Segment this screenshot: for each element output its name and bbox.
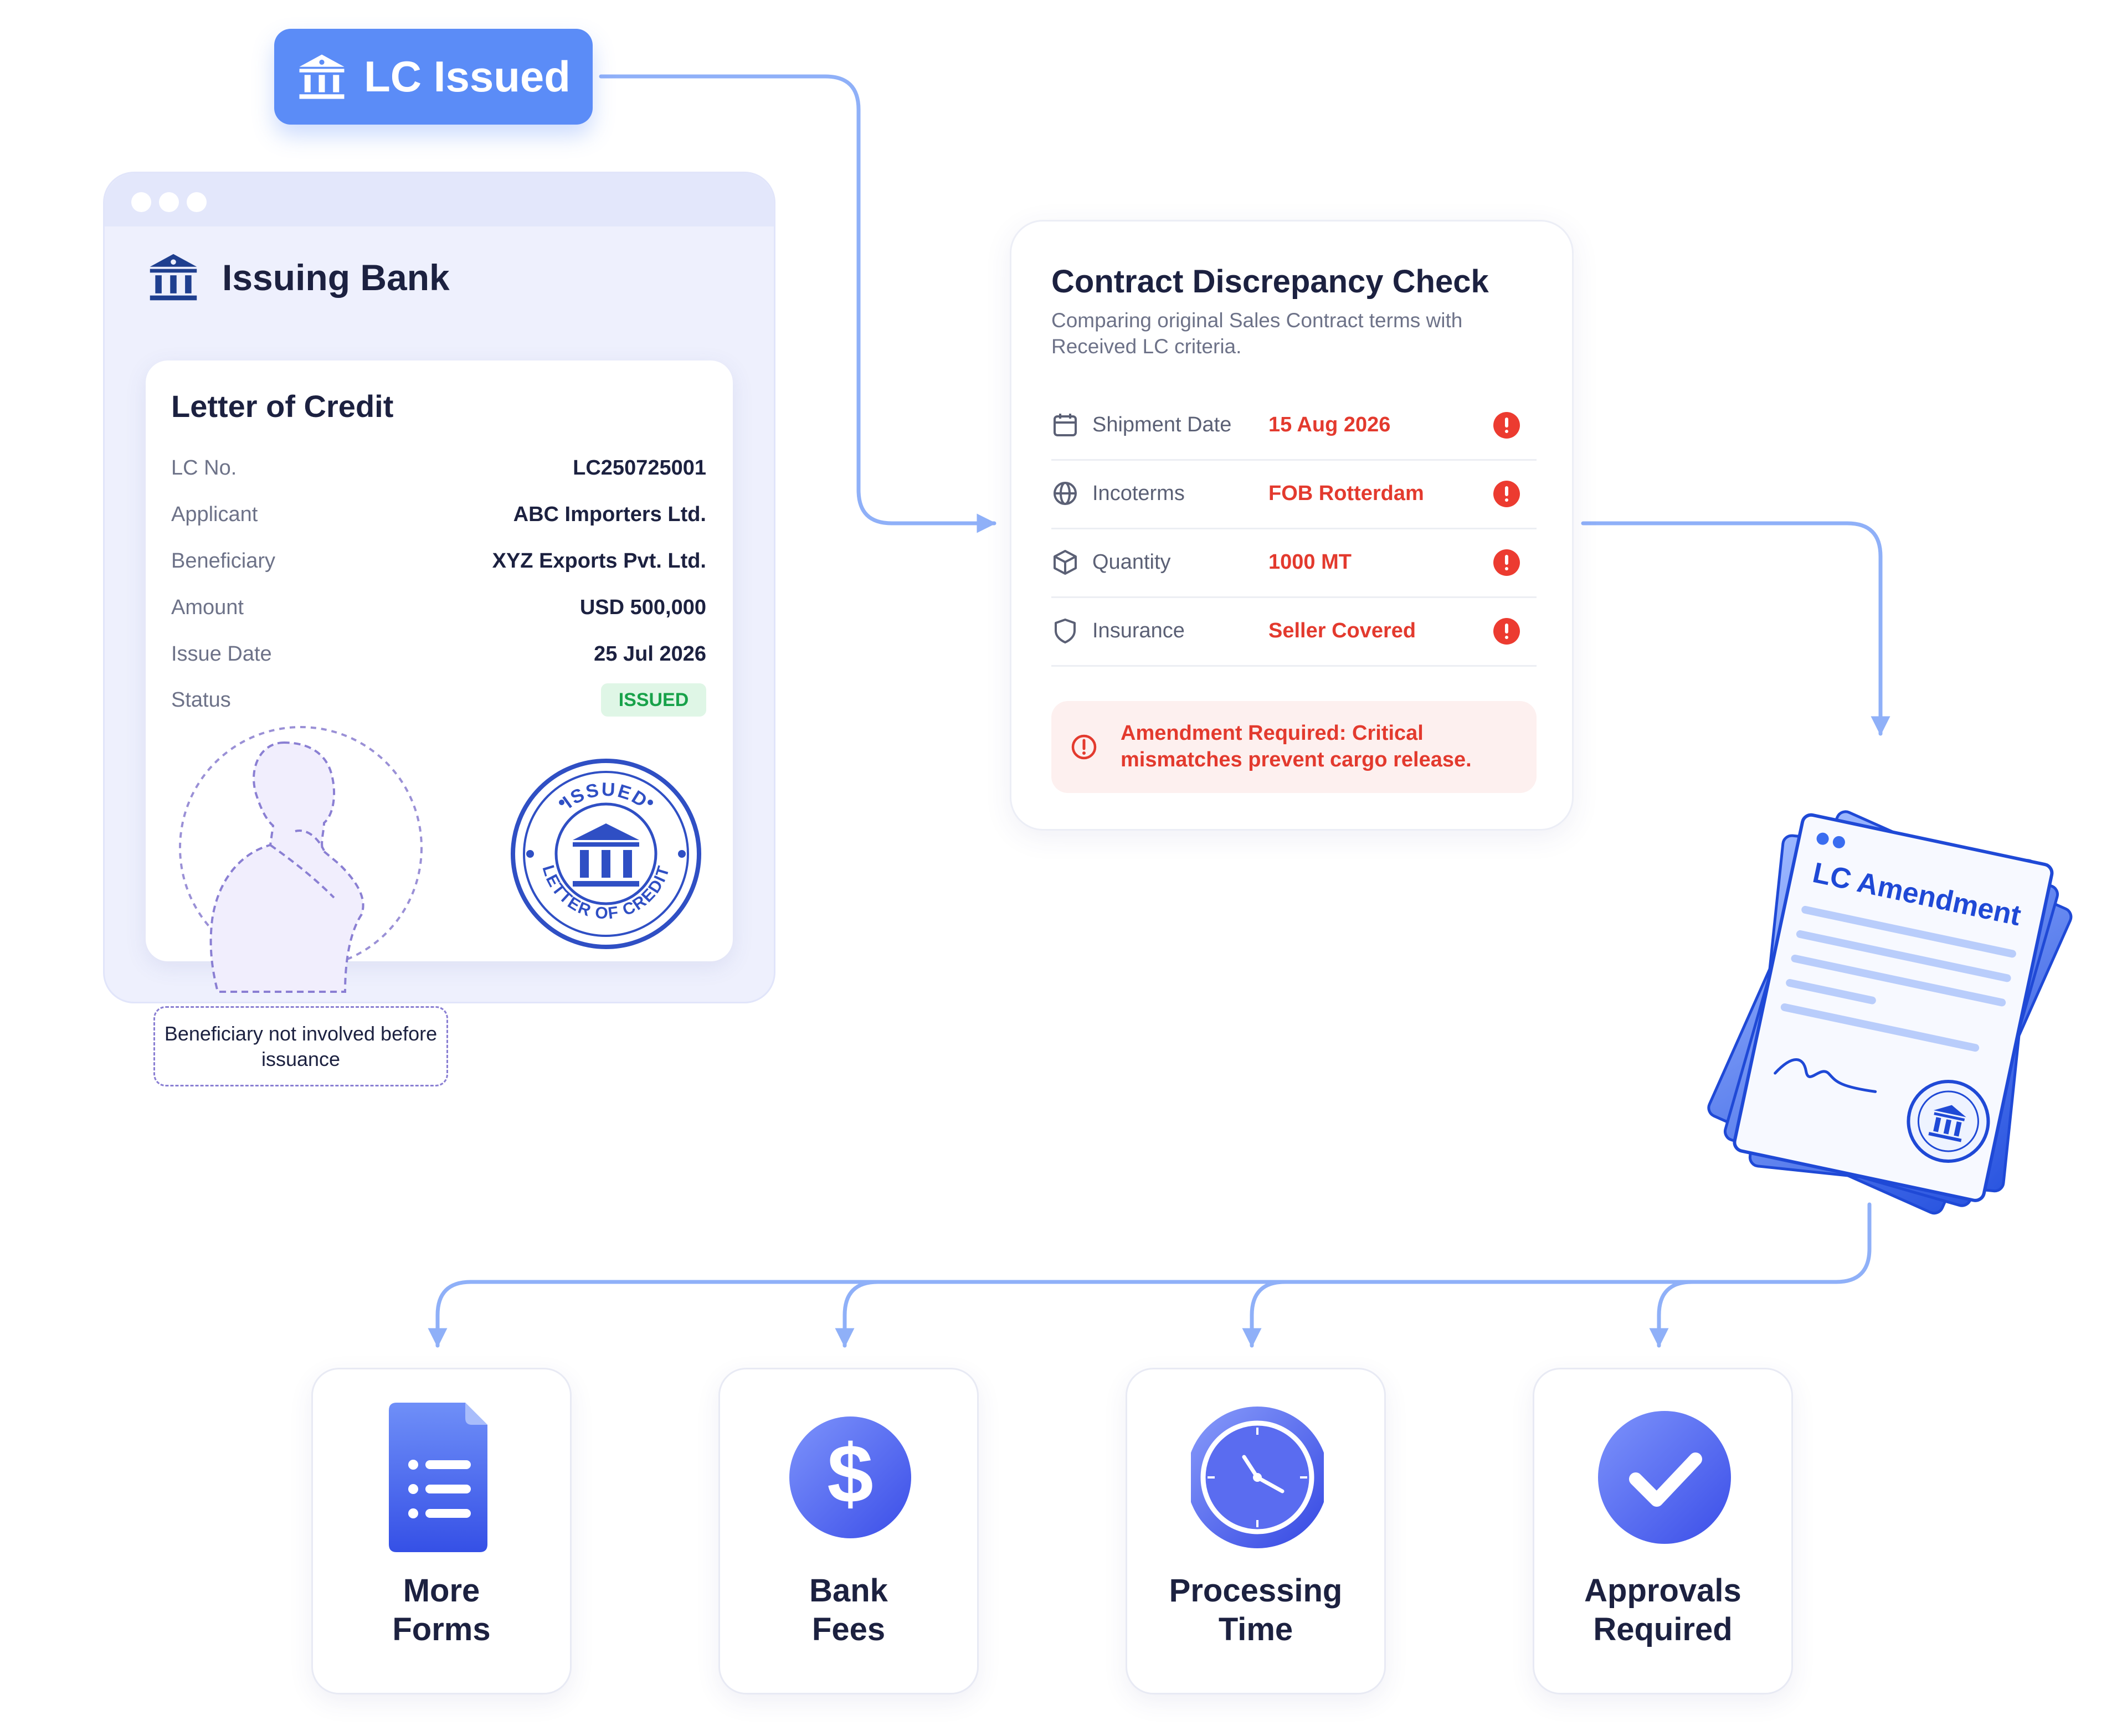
lc-issued-badge: LC Issued (274, 29, 593, 125)
field-value: USD 500,000 (579, 595, 706, 619)
alert-icon (1493, 481, 1520, 507)
impact-label-line: Approvals (1584, 1573, 1741, 1609)
discrepancy-subtitle: Comparing original Sales Contract terms … (1051, 309, 1463, 358)
alert-icon (1493, 549, 1520, 576)
impact-label-line: Fees (811, 1611, 886, 1647)
letter-of-credit-card: Letter of Credit LC No. LC250725001 Appl… (146, 360, 733, 993)
discrepancy-value: 15 Aug 2026 (1268, 413, 1391, 436)
lc-field-row: LC No. LC250725001 (171, 451, 706, 485)
arrow-to-fees (835, 1280, 880, 1348)
discrepancy-label: Incoterms (1092, 482, 1185, 505)
impact-label-line: Processing (1169, 1573, 1343, 1609)
calendar-icon (1054, 414, 1077, 436)
field-value: ABC Importers Ltd. (513, 502, 706, 526)
alert-icon (1493, 618, 1520, 645)
field-value: LC250725001 (573, 456, 706, 480)
beneficiary-note-text: Beneficiary not involved before issuance (164, 1022, 438, 1070)
lc-field-row: Applicant ABC Importers Ltd. (171, 498, 706, 531)
alert-icon (1493, 412, 1520, 439)
discrepancy-row: Incoterms FOB Rotterdam (1051, 461, 1537, 529)
beneficiary-note: Beneficiary not involved before issuance (153, 1006, 448, 1086)
svg-text:$: $ (827, 1427, 873, 1520)
arrow-to-forms (428, 1280, 473, 1348)
arrow-amendment-split (469, 1202, 1872, 1284)
shield-icon (1055, 619, 1076, 643)
arrow-to-time (1242, 1280, 1287, 1348)
issued-stamp: ISSUED LETTER OF CREDIT (511, 759, 701, 949)
lc-card-title: Letter of Credit (171, 389, 394, 424)
lc-amendment-document-stack: LC Amendment (1707, 810, 2073, 1215)
discrepancy-row: Insurance Seller Covered (1051, 598, 1537, 667)
globe-icon (1054, 482, 1077, 505)
impact-label: Bank Fees (731, 1572, 966, 1649)
discrepancy-label: Shipment Date (1092, 413, 1232, 436)
discrepancy-row: Quantity 1000 MT (1051, 529, 1537, 598)
check-icon (1598, 1411, 1731, 1544)
issuing-bank-title: Issuing Bank (222, 257, 450, 298)
field-label: Applicant (171, 502, 258, 526)
discrepancy-label: Quantity (1092, 550, 1171, 574)
lc-field-row: Amount USD 500,000 (171, 591, 706, 624)
arrow-check-to-amendment (1581, 521, 1890, 736)
bank-icon (150, 254, 197, 301)
status-label: Status (171, 688, 231, 712)
clock-icon (1191, 1407, 1324, 1548)
discrepancy-value: FOB Rotterdam (1268, 482, 1424, 505)
discrepancy-label: Insurance (1092, 619, 1185, 642)
field-value: 25 Jul 2026 (594, 642, 706, 666)
window-dot (131, 192, 151, 212)
impact-card-more-forms: More Forms (311, 1368, 572, 1694)
discrepancy-value: Seller Covered (1268, 619, 1416, 642)
impact-card-processing-time: Processing Time (1126, 1368, 1386, 1694)
impact-card-bank-fees: $ Bank Fees (718, 1368, 979, 1694)
warning-icon (1071, 734, 1097, 760)
impact-label-line: Required (1593, 1611, 1733, 1647)
impact-card-approvals-required: Approvals Required (1533, 1368, 1793, 1694)
discrepancy-value: 1000 MT (1268, 550, 1352, 574)
discrepancy-check-card: Contract Discrepancy Check Comparing ori… (1010, 220, 1574, 831)
impact-label: Processing Time (1138, 1572, 1373, 1649)
field-label: Beneficiary (171, 549, 275, 573)
impact-label-line: Time (1218, 1611, 1293, 1647)
issuing-bank-header: Issuing Bank (147, 251, 450, 304)
impact-label-line: More (403, 1573, 480, 1609)
window-dot (159, 192, 179, 212)
field-label: Issue Date (171, 642, 272, 666)
dollar-icon: $ (789, 1416, 911, 1538)
box-icon (1054, 550, 1077, 575)
impact-label: Approvals Required (1545, 1572, 1780, 1649)
status-badge: ISSUED (601, 683, 706, 717)
lc-field-row: Beneficiary XYZ Exports Pvt. Ltd. (171, 544, 706, 578)
field-label: Amount (171, 595, 244, 619)
amendment-alert-text: Amendment Required: Critical mismatches … (1121, 722, 1472, 771)
amendment-alert: Amendment Required: Critical mismatches … (1051, 701, 1537, 793)
forms-icon (389, 1403, 487, 1552)
impact-label-line: Bank (809, 1573, 888, 1609)
window-title-bar (105, 173, 774, 226)
bank-icon (299, 54, 345, 99)
lc-issued-label: LC Issued (364, 52, 571, 101)
discrepancy-row: Shipment Date 15 Aug 2026 (1051, 392, 1537, 461)
field-label: LC No. (171, 456, 237, 480)
field-value: XYZ Exports Pvt. Ltd. (492, 549, 706, 573)
window-dot (187, 192, 207, 212)
thinking-person-illustration (179, 726, 423, 993)
arrow-to-approvals (1649, 1280, 1694, 1348)
lc-field-row: Issue Date 25 Jul 2026 (171, 637, 706, 671)
impact-label-line: Forms (392, 1611, 491, 1647)
impact-label: More Forms (324, 1572, 559, 1649)
discrepancy-title: Contract Discrepancy Check (1051, 264, 1489, 300)
